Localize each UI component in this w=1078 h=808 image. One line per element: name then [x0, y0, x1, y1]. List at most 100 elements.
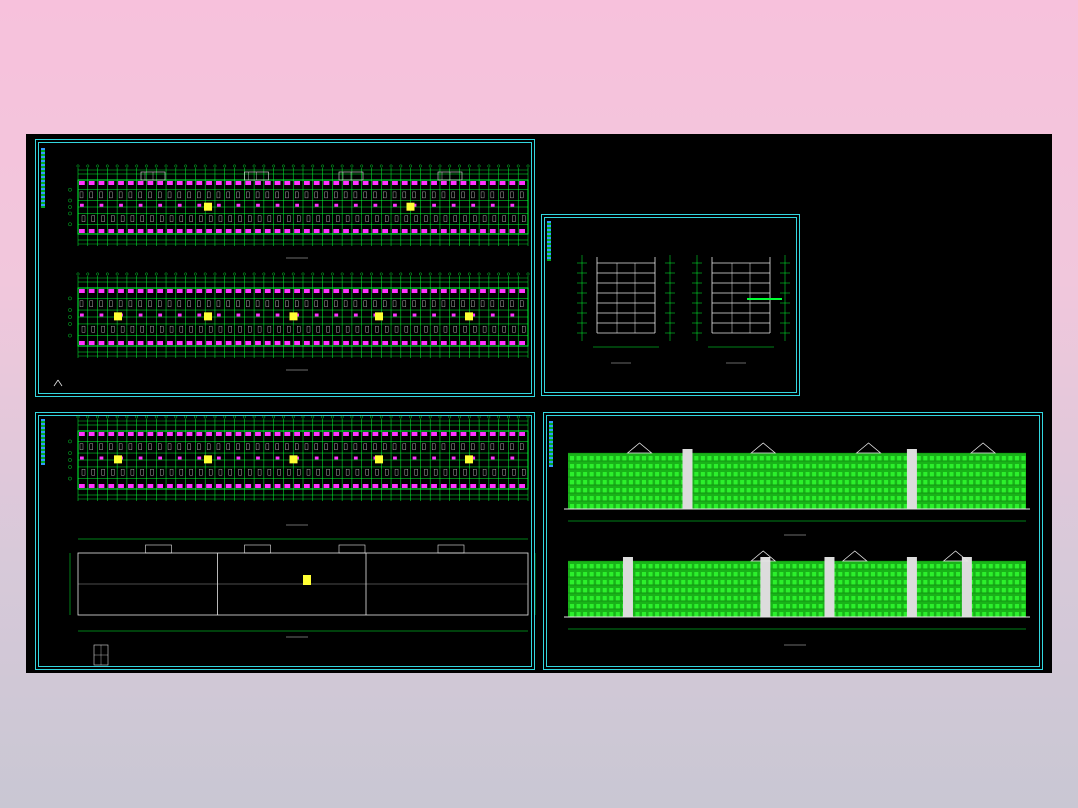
cad-linework [451, 443, 455, 450]
cad-linework [982, 572, 987, 577]
cad-linework [864, 496, 869, 501]
cad-linework [668, 456, 673, 461]
axis-bubble [389, 164, 393, 168]
cad-linework [245, 484, 252, 488]
cad-linework [713, 504, 718, 509]
cad-linework [942, 480, 947, 485]
axis-bubble [418, 272, 422, 276]
cad-linework [766, 472, 771, 477]
cad-linework [216, 191, 221, 199]
cad-linework [956, 496, 961, 501]
cad-linework [411, 181, 418, 185]
cad-linework [88, 181, 95, 185]
cad-linework [576, 588, 581, 593]
cad-linework [490, 443, 495, 450]
cad-linework [824, 557, 835, 617]
cad-linework [88, 432, 95, 436]
drawing-sheet-floor-plans[interactable] [35, 139, 535, 397]
cad-linework [218, 326, 223, 333]
cad-linework [118, 484, 124, 488]
cad-linework [343, 341, 349, 345]
cad-linework [929, 504, 934, 509]
sections-drawing [577, 255, 790, 364]
cad-linework [236, 456, 241, 460]
cad-linework [421, 181, 428, 185]
cad-linework [779, 496, 784, 501]
cad-linework [838, 480, 843, 485]
cad-linework [275, 300, 279, 307]
cad-linework [118, 300, 123, 307]
cad-linework [109, 443, 113, 450]
drawing-sheet-sections[interactable] [541, 214, 800, 396]
cad-linework [1014, 472, 1019, 477]
cad-linework [323, 484, 330, 488]
cad-linework [373, 203, 378, 207]
cad-linework [1021, 456, 1026, 461]
cad-linework [108, 289, 115, 293]
cad-linework [570, 488, 575, 493]
cad-linework [431, 191, 436, 199]
cad-linework [120, 326, 125, 333]
cad-linework [962, 464, 967, 469]
cad-linework [969, 456, 974, 461]
cad-linework [392, 191, 397, 199]
cad-linework [648, 504, 653, 509]
cad-linework [641, 456, 647, 461]
cad-linework [740, 588, 745, 593]
axis-bubble [516, 415, 520, 419]
cad-linework [382, 229, 389, 233]
cad-linework [147, 341, 154, 345]
axis-bubble [418, 164, 422, 168]
axis-bubble [252, 415, 256, 419]
cad-linework [995, 496, 1000, 501]
cad-linework [421, 341, 428, 345]
cad-linework [596, 456, 601, 461]
cad-linework [1021, 580, 1026, 585]
cad-linework [969, 496, 974, 501]
cad-linework [228, 326, 232, 333]
elevations-drawing [564, 442, 1030, 646]
axis-bubble [340, 415, 344, 419]
cad-linework [471, 300, 475, 307]
drawing-sheet-elevations[interactable] [543, 412, 1043, 670]
cad-linework [707, 612, 712, 617]
axis-bubble [340, 272, 344, 276]
axis-bubble [125, 272, 129, 276]
cad-linework [99, 203, 104, 207]
cad-linework [101, 469, 105, 476]
cad-linework [189, 469, 193, 476]
axis-bubble [360, 415, 364, 419]
cad-linework [785, 504, 790, 509]
axis-bubble [164, 415, 168, 419]
cad-linework [812, 480, 817, 485]
cad-linework [176, 289, 183, 293]
cad-linework [274, 229, 281, 233]
cad-linework [245, 432, 252, 436]
cad-linework [766, 488, 771, 493]
cad-linework [995, 472, 1000, 477]
cad-linework [238, 469, 242, 476]
cad-linework [148, 300, 152, 307]
cad-linework [509, 341, 516, 345]
cad-linework [851, 604, 856, 609]
cad-linework [206, 341, 212, 345]
cad-linework [1008, 456, 1013, 461]
cad-linework [956, 504, 961, 509]
cad-linework [1014, 504, 1019, 509]
cad-linework [727, 472, 732, 477]
cad-linework [512, 215, 516, 222]
cad-linework [877, 564, 882, 569]
cad-linework [150, 326, 154, 333]
axis-bubble [125, 415, 129, 419]
cad-linework [583, 588, 588, 593]
cad-linework [884, 504, 889, 509]
cad-linework [570, 480, 575, 485]
cad-linework [138, 313, 143, 317]
cad-linework [609, 456, 614, 461]
cad-linework [805, 464, 810, 469]
cad-linework [589, 604, 594, 609]
drawing-sheet-floor-and-roof-plans[interactable] [35, 412, 536, 670]
cad-linework [169, 215, 174, 222]
cad-linework [576, 564, 581, 569]
cad-linework [838, 504, 843, 509]
